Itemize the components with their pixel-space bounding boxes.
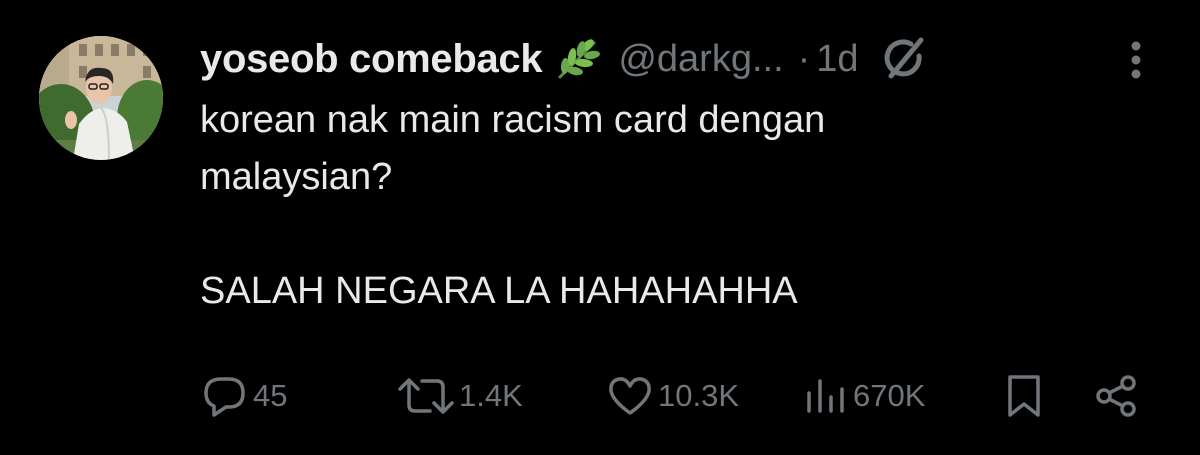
action-bar: 45 1.4K 10.3K 670K: [200, 368, 1160, 424]
post-time[interactable]: 1d: [816, 38, 858, 81]
avatar[interactable]: [39, 36, 163, 160]
more-vertical-icon[interactable]: [1116, 38, 1156, 82]
share-button[interactable]: [1092, 368, 1142, 424]
bookmark-button[interactable]: [1002, 368, 1046, 424]
tweet: yoseob comeback @darkg... · 1d korean na…: [0, 0, 1200, 455]
like-count: 10.3K: [658, 378, 740, 413]
views-icon: [807, 379, 844, 413]
herb-leaf-icon: [554, 37, 602, 81]
like-button[interactable]: 10.3K: [605, 368, 739, 424]
views-button[interactable]: 670K: [800, 368, 925, 424]
reply-count: 45: [253, 378, 288, 413]
share-icon: [1096, 375, 1136, 417]
grok-icon[interactable]: [881, 36, 927, 82]
header-separator: ·: [797, 37, 811, 80]
repost-button[interactable]: 1.4K: [396, 368, 523, 424]
tweet-text: korean nak main racism card dengan malay…: [200, 92, 1140, 320]
repost-count: 1.4K: [459, 378, 523, 413]
like-icon: [609, 377, 651, 415]
user-handle[interactable]: @darkg...: [618, 38, 783, 81]
reply-button[interactable]: 45: [200, 368, 287, 424]
tweet-header: yoseob comeback @darkg... · 1d: [200, 34, 1100, 84]
bookmark-icon: [1008, 375, 1040, 417]
reply-icon: [204, 377, 245, 417]
views-count: 670K: [853, 378, 926, 413]
display-name[interactable]: yoseob comeback: [200, 37, 543, 82]
repost-icon: [398, 378, 454, 414]
tweet-text-line: korean nak main racism card dengan: [200, 99, 826, 141]
tweet-text-line: SALAH NEGARA LA HAHAHAHHA: [200, 270, 798, 312]
tweet-text-line: [200, 206, 1140, 263]
avatar-photo: [39, 36, 163, 160]
tweet-text-line: malaysian?: [200, 156, 393, 198]
